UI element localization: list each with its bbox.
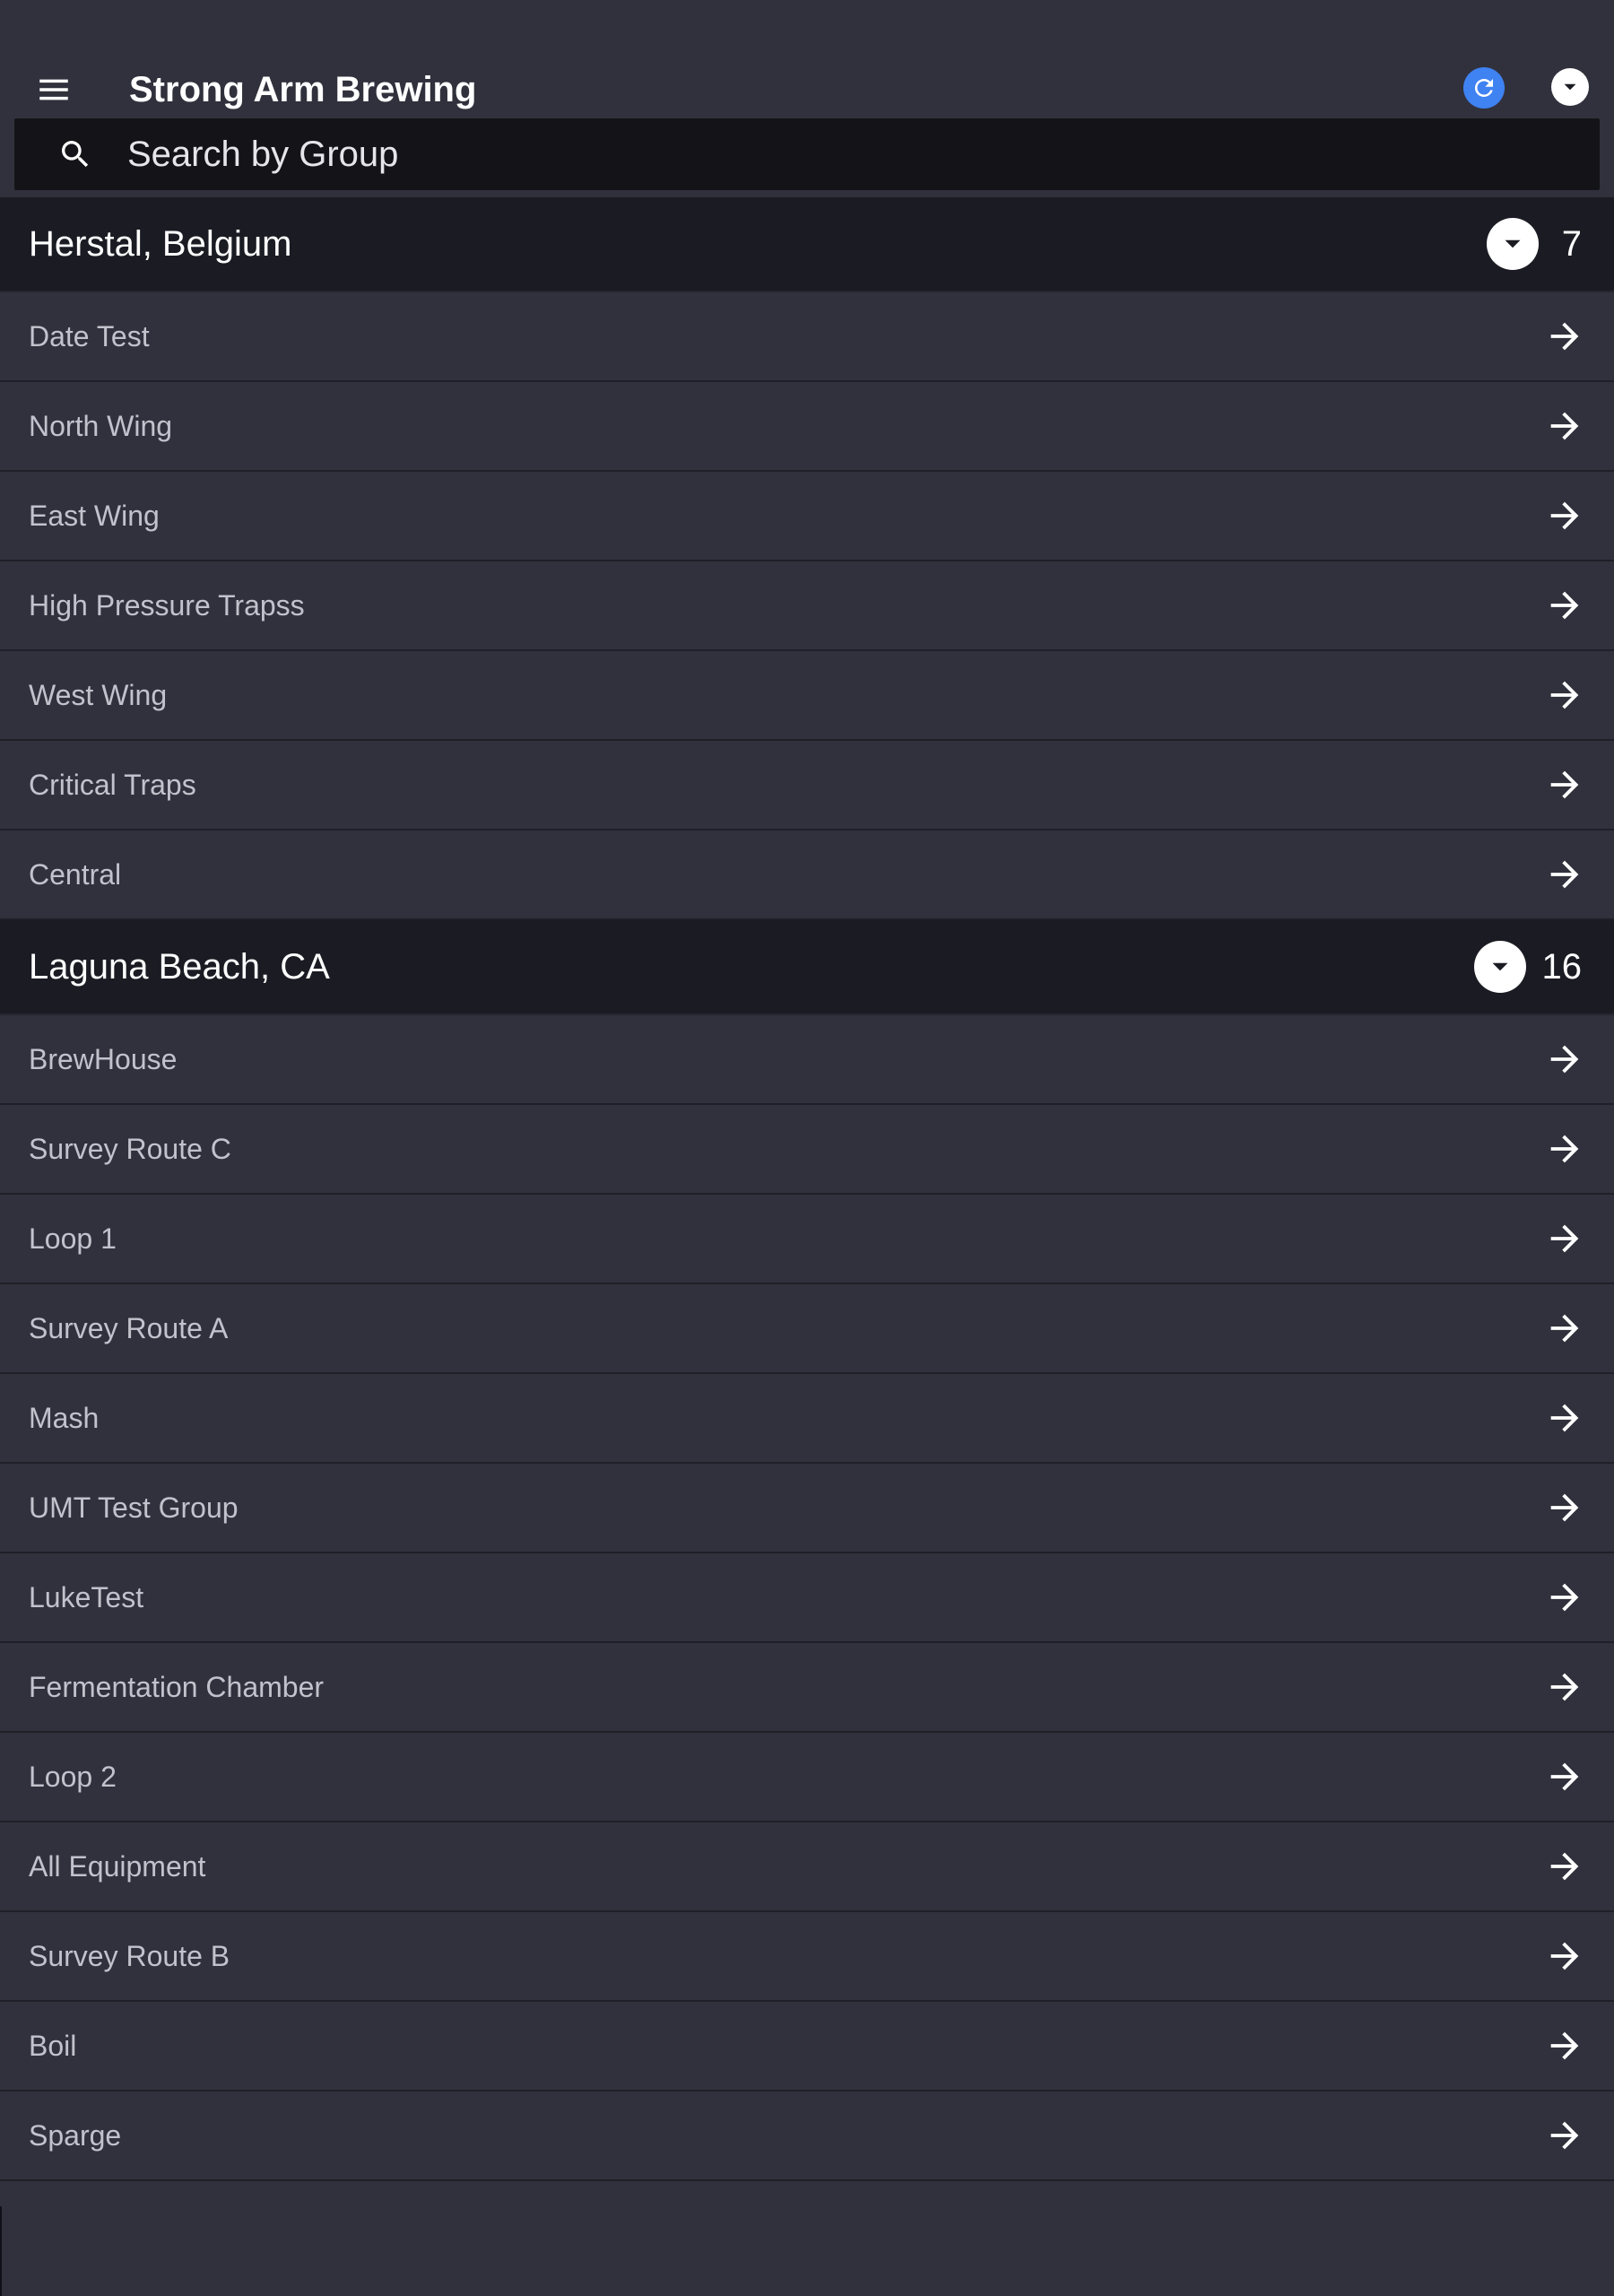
list-item-label: High Pressure Trapss	[29, 588, 305, 622]
arrow-right-icon	[1544, 1218, 1585, 1259]
list-item-label: Sparge	[29, 2118, 122, 2152]
section-collapse-toggle[interactable]	[1487, 218, 1539, 270]
list-item[interactable]: North Wing	[0, 382, 1614, 472]
section-count-badge: 16	[1541, 946, 1583, 987]
refresh-button[interactable]	[1463, 67, 1505, 109]
menu-icon	[39, 79, 68, 100]
list-item-label: Survey Route C	[29, 1132, 231, 1165]
list-item-label: BrewHouse	[29, 1042, 178, 1075]
list-item-label: Survey Route A	[29, 1311, 229, 1344]
arrow-right-icon	[1544, 1935, 1585, 1977]
list-item[interactable]: LukeTest	[0, 1553, 1614, 1643]
chevron-down-icon	[1492, 962, 1507, 971]
list-item[interactable]: Central	[0, 831, 1614, 920]
list-item[interactable]: Survey Route B	[0, 1912, 1614, 2002]
arrow-right-icon	[1544, 1666, 1585, 1708]
arrow-right-icon	[1544, 2025, 1585, 2066]
arrow-right-icon	[1544, 1487, 1585, 1528]
list-item[interactable]: Critical Traps	[0, 741, 1614, 831]
list-item-label: East Wing	[29, 499, 160, 532]
arrow-right-icon	[1544, 1308, 1585, 1349]
section-count-badge: 7	[1561, 223, 1582, 264]
arrow-right-icon	[1544, 1756, 1585, 1797]
arrow-right-icon	[1544, 1128, 1585, 1170]
list-item-label: UMT Test Group	[29, 1491, 239, 1524]
app-bar: Strong Arm Brewing	[0, 0, 1614, 120]
search-input[interactable]	[127, 123, 1472, 186]
list-item-label: Survey Route B	[29, 1939, 230, 1972]
section-header-laguna-beach[interactable]: Laguna Beach, CA 16	[0, 920, 1614, 1015]
list-item[interactable]: UMT Test Group	[0, 1464, 1614, 1553]
section-title: Herstal, Belgium	[29, 223, 292, 264]
group-list-laguna-beach: BrewHouse Survey Route C Loop 1 Survey R…	[0, 1015, 1614, 2181]
arrow-right-icon	[1544, 405, 1585, 447]
list-item-label: Boil	[29, 2029, 77, 2062]
search-bar	[14, 118, 1600, 190]
window-edge-bottom	[0, 2206, 2, 2296]
section-title: Laguna Beach, CA	[29, 946, 330, 987]
menu-button[interactable]	[27, 63, 81, 117]
list-item[interactable]: Loop 2	[0, 1733, 1614, 1822]
list-item-label: West Wing	[29, 678, 168, 711]
list-item-label: Loop 2	[29, 1760, 117, 1793]
list-item[interactable]: Survey Route C	[0, 1105, 1614, 1195]
arrow-right-icon	[1544, 1577, 1585, 1618]
list-item[interactable]: Fermentation Chamber	[0, 1643, 1614, 1733]
list-item[interactable]: High Pressure Trapss	[0, 561, 1614, 651]
account-menu-button[interactable]	[1551, 68, 1589, 106]
group-list-herstal: Date Test North Wing East Wing High Pres…	[0, 292, 1614, 920]
section-header-herstal[interactable]: Herstal, Belgium 7	[0, 197, 1614, 292]
list-item-label: Critical Traps	[29, 768, 196, 801]
list-item-label: Date Test	[29, 319, 150, 352]
arrow-right-icon	[1544, 674, 1585, 716]
search-icon	[57, 136, 93, 172]
list-item-label: All Equipment	[29, 1849, 206, 1883]
arrow-right-icon	[1544, 1397, 1585, 1439]
app-title: Strong Arm Brewing	[129, 70, 477, 109]
list-item[interactable]: All Equipment	[0, 1822, 1614, 1912]
list-item[interactable]: Loop 1	[0, 1195, 1614, 1284]
arrow-right-icon	[1544, 764, 1585, 805]
list-item[interactable]: Date Test	[0, 292, 1614, 382]
arrow-right-icon	[1544, 854, 1585, 895]
list-item-label: North Wing	[29, 409, 173, 442]
chevron-down-icon	[1564, 83, 1576, 91]
refresh-icon	[1475, 79, 1493, 97]
arrow-right-icon	[1544, 1039, 1585, 1080]
list-item[interactable]: Mash	[0, 1374, 1614, 1464]
list-item-label: Fermentation Chamber	[29, 1670, 325, 1703]
arrow-right-icon	[1544, 2115, 1585, 2156]
arrow-right-icon	[1544, 585, 1585, 626]
section-collapse-toggle[interactable]	[1473, 941, 1526, 993]
arrow-right-icon	[1544, 495, 1585, 536]
list-item[interactable]: East Wing	[0, 472, 1614, 561]
list-item[interactable]: Boil	[0, 2002, 1614, 2092]
arrow-right-icon	[1544, 1846, 1585, 1887]
list-item[interactable]: BrewHouse	[0, 1015, 1614, 1105]
list-item-label: LukeTest	[29, 1580, 144, 1613]
chevron-down-icon	[1505, 239, 1521, 248]
arrow-right-icon	[1544, 316, 1585, 357]
list-item[interactable]: West Wing	[0, 651, 1614, 741]
list-item-label: Mash	[29, 1401, 100, 1434]
list-item-label: Loop 1	[29, 1222, 117, 1255]
list-item[interactable]: Survey Route A	[0, 1284, 1614, 1374]
list-item-label: Central	[29, 857, 122, 891]
list-item[interactable]: Sparge	[0, 2092, 1614, 2181]
